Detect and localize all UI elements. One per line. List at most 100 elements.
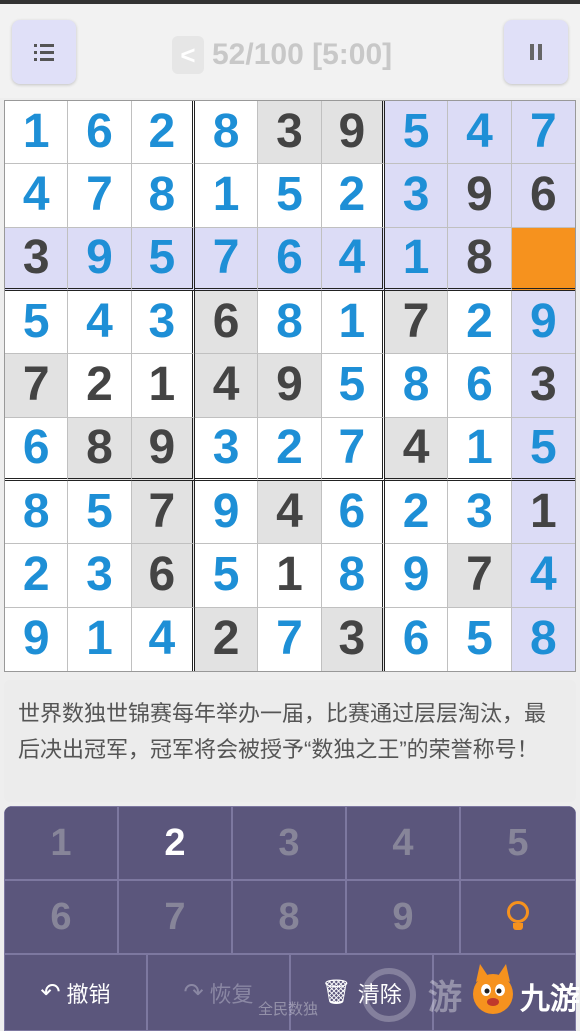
sudoku-cell[interactable]: 6 (5, 417, 69, 481)
sudoku-cell[interactable]: 3 (5, 227, 69, 291)
selected-cell[interactable] (511, 227, 575, 291)
sudoku-cell[interactable]: 6 (321, 480, 385, 545)
sudoku-cell[interactable]: 6 (68, 101, 132, 165)
sudoku-cell[interactable]: 1 (68, 607, 132, 671)
sudoku-cell[interactable]: 4 (448, 101, 512, 165)
sudoku-cell[interactable]: 4 (5, 164, 69, 228)
sudoku-cell[interactable]: 5 (131, 227, 195, 291)
key-5[interactable]: 5 (460, 806, 576, 880)
key-6[interactable]: 6 (4, 880, 118, 954)
sudoku-cell[interactable]: 6 (258, 227, 322, 291)
key-4[interactable]: 4 (346, 806, 460, 880)
redo-button[interactable]: ↷ 恢复 (147, 954, 290, 1031)
sudoku-cell[interactable]: 1 (384, 227, 449, 291)
sudoku-cell[interactable]: 6 (511, 164, 575, 228)
sudoku-cell[interactable]: 5 (258, 164, 322, 228)
key-9[interactable]: 9 (346, 880, 460, 954)
sudoku-cell[interactable]: 7 (194, 227, 259, 291)
sudoku-cell[interactable]: 5 (511, 417, 575, 481)
sudoku-cell[interactable]: 4 (384, 417, 449, 481)
sudoku-cell[interactable]: 2 (448, 290, 512, 355)
sudoku-cell[interactable]: 4 (68, 290, 132, 355)
key-2[interactable]: 2 (118, 806, 232, 880)
key-1[interactable]: 1 (4, 806, 118, 880)
hint-button[interactable] (460, 880, 576, 954)
sudoku-cell[interactable]: 4 (511, 544, 575, 608)
sudoku-cell[interactable]: 8 (194, 101, 259, 165)
sudoku-cell[interactable]: 1 (131, 354, 195, 418)
sudoku-cell[interactable]: 9 (448, 164, 512, 228)
watermark-logo-icon (362, 968, 416, 1022)
key-8[interactable]: 8 (232, 880, 346, 954)
undo-button[interactable]: ↶ 撤销 (4, 954, 147, 1031)
sudoku-cell[interactable]: 9 (5, 607, 69, 671)
sudoku-cell[interactable]: 6 (384, 607, 449, 671)
sudoku-cell[interactable]: 2 (131, 101, 195, 165)
sudoku-cell[interactable]: 7 (384, 290, 449, 355)
fox-mascot-icon (473, 964, 513, 1014)
sudoku-cell[interactable]: 3 (68, 544, 132, 608)
sudoku-cell[interactable]: 9 (194, 480, 259, 545)
sudoku-cell[interactable]: 5 (448, 607, 512, 671)
sudoku-cell[interactable]: 2 (258, 417, 322, 481)
menu-button[interactable] (12, 20, 76, 84)
sudoku-cell[interactable]: 7 (511, 101, 575, 165)
sudoku-cell[interactable]: 2 (68, 354, 132, 418)
key-7[interactable]: 7 (118, 880, 232, 954)
sudoku-cell[interactable]: 2 (194, 607, 259, 671)
pause-button[interactable] (504, 20, 568, 84)
watermark-app-name: 全民数独 (258, 1001, 319, 1018)
sudoku-cell[interactable]: 5 (5, 290, 69, 355)
sudoku-cell[interactable]: 9 (258, 354, 322, 418)
sudoku-cell[interactable]: 3 (194, 417, 259, 481)
sudoku-cell[interactable]: 8 (5, 480, 69, 545)
sudoku-cell[interactable]: 3 (131, 290, 195, 355)
sudoku-cell[interactable]: 7 (131, 480, 195, 545)
sudoku-cell[interactable]: 1 (258, 544, 322, 608)
sudoku-cell[interactable]: 8 (448, 227, 512, 291)
sudoku-cell[interactable]: 7 (448, 544, 512, 608)
sudoku-cell[interactable]: 5 (68, 480, 132, 545)
sudoku-cell[interactable]: 4 (321, 227, 385, 291)
sudoku-cell[interactable]: 8 (511, 607, 575, 671)
sudoku-cell[interactable]: 2 (384, 480, 449, 545)
sudoku-cell[interactable]: 7 (5, 354, 69, 418)
sudoku-cell[interactable]: 3 (384, 164, 449, 228)
sudoku-cell[interactable]: 6 (448, 354, 512, 418)
sudoku-cell[interactable]: 9 (511, 290, 575, 355)
sudoku-cell[interactable]: 3 (321, 607, 385, 671)
sudoku-cell[interactable]: 2 (5, 544, 69, 608)
sudoku-cell[interactable]: 6 (194, 290, 259, 355)
sudoku-cell[interactable]: 8 (384, 354, 449, 418)
sudoku-cell[interactable]: 5 (384, 101, 449, 165)
sudoku-cell[interactable]: 4 (194, 354, 259, 418)
trash-icon: 🗑 (321, 979, 352, 1006)
key-3[interactable]: 3 (232, 806, 346, 880)
sudoku-cell[interactable]: 4 (258, 480, 322, 545)
sudoku-cell[interactable]: 5 (321, 354, 385, 418)
sudoku-cell[interactable]: 3 (511, 354, 575, 418)
sudoku-cell[interactable]: 9 (131, 417, 195, 481)
sudoku-cell[interactable]: 1 (194, 164, 259, 228)
sudoku-cell[interactable]: 9 (321, 101, 385, 165)
sudoku-cell[interactable]: 1 (321, 290, 385, 355)
sudoku-cell[interactable]: 1 (511, 480, 575, 545)
sudoku-cell[interactable]: 8 (321, 544, 385, 608)
sudoku-cell[interactable]: 1 (5, 101, 69, 165)
sudoku-cell[interactable]: 3 (448, 480, 512, 545)
sudoku-cell[interactable]: 3 (258, 101, 322, 165)
sudoku-cell[interactable]: 7 (321, 417, 385, 481)
sudoku-cell[interactable]: 1 (448, 417, 512, 481)
sudoku-cell[interactable]: 5 (194, 544, 259, 608)
sudoku-cell[interactable]: 7 (258, 607, 322, 671)
sudoku-cell[interactable]: 2 (321, 164, 385, 228)
sudoku-cell[interactable]: 9 (384, 544, 449, 608)
sudoku-cell[interactable]: 4 (131, 607, 195, 671)
sudoku-cell[interactable]: 8 (258, 290, 322, 355)
sudoku-cell[interactable]: 9 (68, 227, 132, 291)
sudoku-cell[interactable]: 8 (131, 164, 195, 228)
sudoku-cell[interactable]: 7 (68, 164, 132, 228)
sudoku-cell[interactable]: 6 (131, 544, 195, 608)
sudoku-cell[interactable]: 8 (68, 417, 132, 481)
back-button[interactable]: < (172, 36, 204, 74)
